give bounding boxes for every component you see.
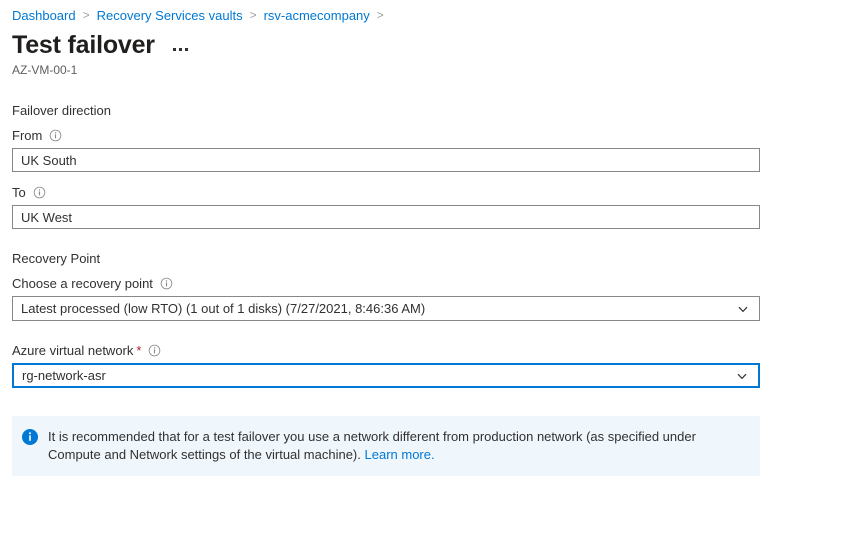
from-input-value: UK South (21, 152, 77, 168)
info-icon[interactable] (148, 344, 161, 357)
page-title: Test failover (12, 31, 155, 59)
recovery-point-select[interactable]: Latest processed (low RTO) (1 out of 1 d… (12, 296, 760, 322)
section-heading-failover-direction: Failover direction (12, 103, 111, 119)
recovery-point-selected-value: Latest processed (low RTO) (1 out of 1 d… (21, 301, 426, 317)
field-label-to: To (12, 185, 866, 200)
more-options-icon[interactable] (171, 45, 190, 54)
field-label-recovery-point: Choose a recovery point (12, 276, 866, 291)
dot (178, 48, 182, 52)
breadcrumb-item-dashboard[interactable]: Dashboard (12, 8, 76, 23)
field-azure-virtual-network: Azure virtual network * rg-network-asr (12, 343, 866, 389)
info-filled-icon (22, 429, 38, 446)
recommendation-banner-text: It is recommended that for a test failov… (48, 428, 748, 464)
info-icon[interactable] (49, 129, 62, 142)
page-subtitle: AZ-VM-00-1 (12, 63, 78, 78)
breadcrumb-item-rsv-acmecompany[interactable]: rsv-acmecompany (264, 8, 370, 23)
from-input[interactable]: UK South (12, 148, 760, 173)
info-icon[interactable] (33, 186, 46, 199)
breadcrumb-separator-icon: > (376, 8, 384, 22)
field-label-azure-virtual-network-text: Azure virtual network (12, 343, 134, 359)
field-label-azure-virtual-network: Azure virtual network * (12, 343, 866, 358)
azure-virtual-network-selected-value: rg-network-asr (22, 368, 106, 384)
required-marker: * (136, 343, 142, 359)
chevron-down-icon (736, 370, 748, 382)
section-heading-recovery-point: Recovery Point (12, 251, 101, 267)
to-input[interactable]: UK West (12, 205, 760, 230)
breadcrumb-item-recovery-services-vaults[interactable]: Recovery Services vaults (97, 8, 243, 23)
azure-virtual-network-select[interactable]: rg-network-asr (12, 363, 760, 389)
field-label-to-text: To (12, 185, 26, 201)
field-label-from: From (12, 128, 866, 143)
breadcrumb: Dashboard > Recovery Services vaults > r… (0, 0, 866, 24)
field-label-recovery-point-text: Choose a recovery point (12, 276, 153, 292)
breadcrumb-separator-icon: > (249, 8, 257, 22)
field-to: To UK West (12, 185, 866, 230)
to-input-value: UK West (21, 209, 73, 225)
recommendation-banner: It is recommended that for a test failov… (12, 416, 760, 477)
dot (184, 48, 188, 52)
field-from: From UK South (12, 128, 866, 173)
breadcrumb-separator-icon: > (82, 8, 90, 22)
page-header: Test failover (0, 24, 866, 58)
test-failover-blade: Dashboard > Recovery Services vaults > r… (0, 0, 866, 559)
chevron-down-icon (737, 303, 749, 315)
field-label-from-text: From (12, 128, 43, 144)
learn-more-link[interactable]: Learn more. (365, 447, 435, 462)
info-icon[interactable] (160, 277, 173, 290)
field-recovery-point: Choose a recovery point Latest processed… (12, 276, 866, 322)
failover-form: Failover direction From UK South To UK W… (0, 77, 866, 389)
dot (172, 48, 176, 52)
